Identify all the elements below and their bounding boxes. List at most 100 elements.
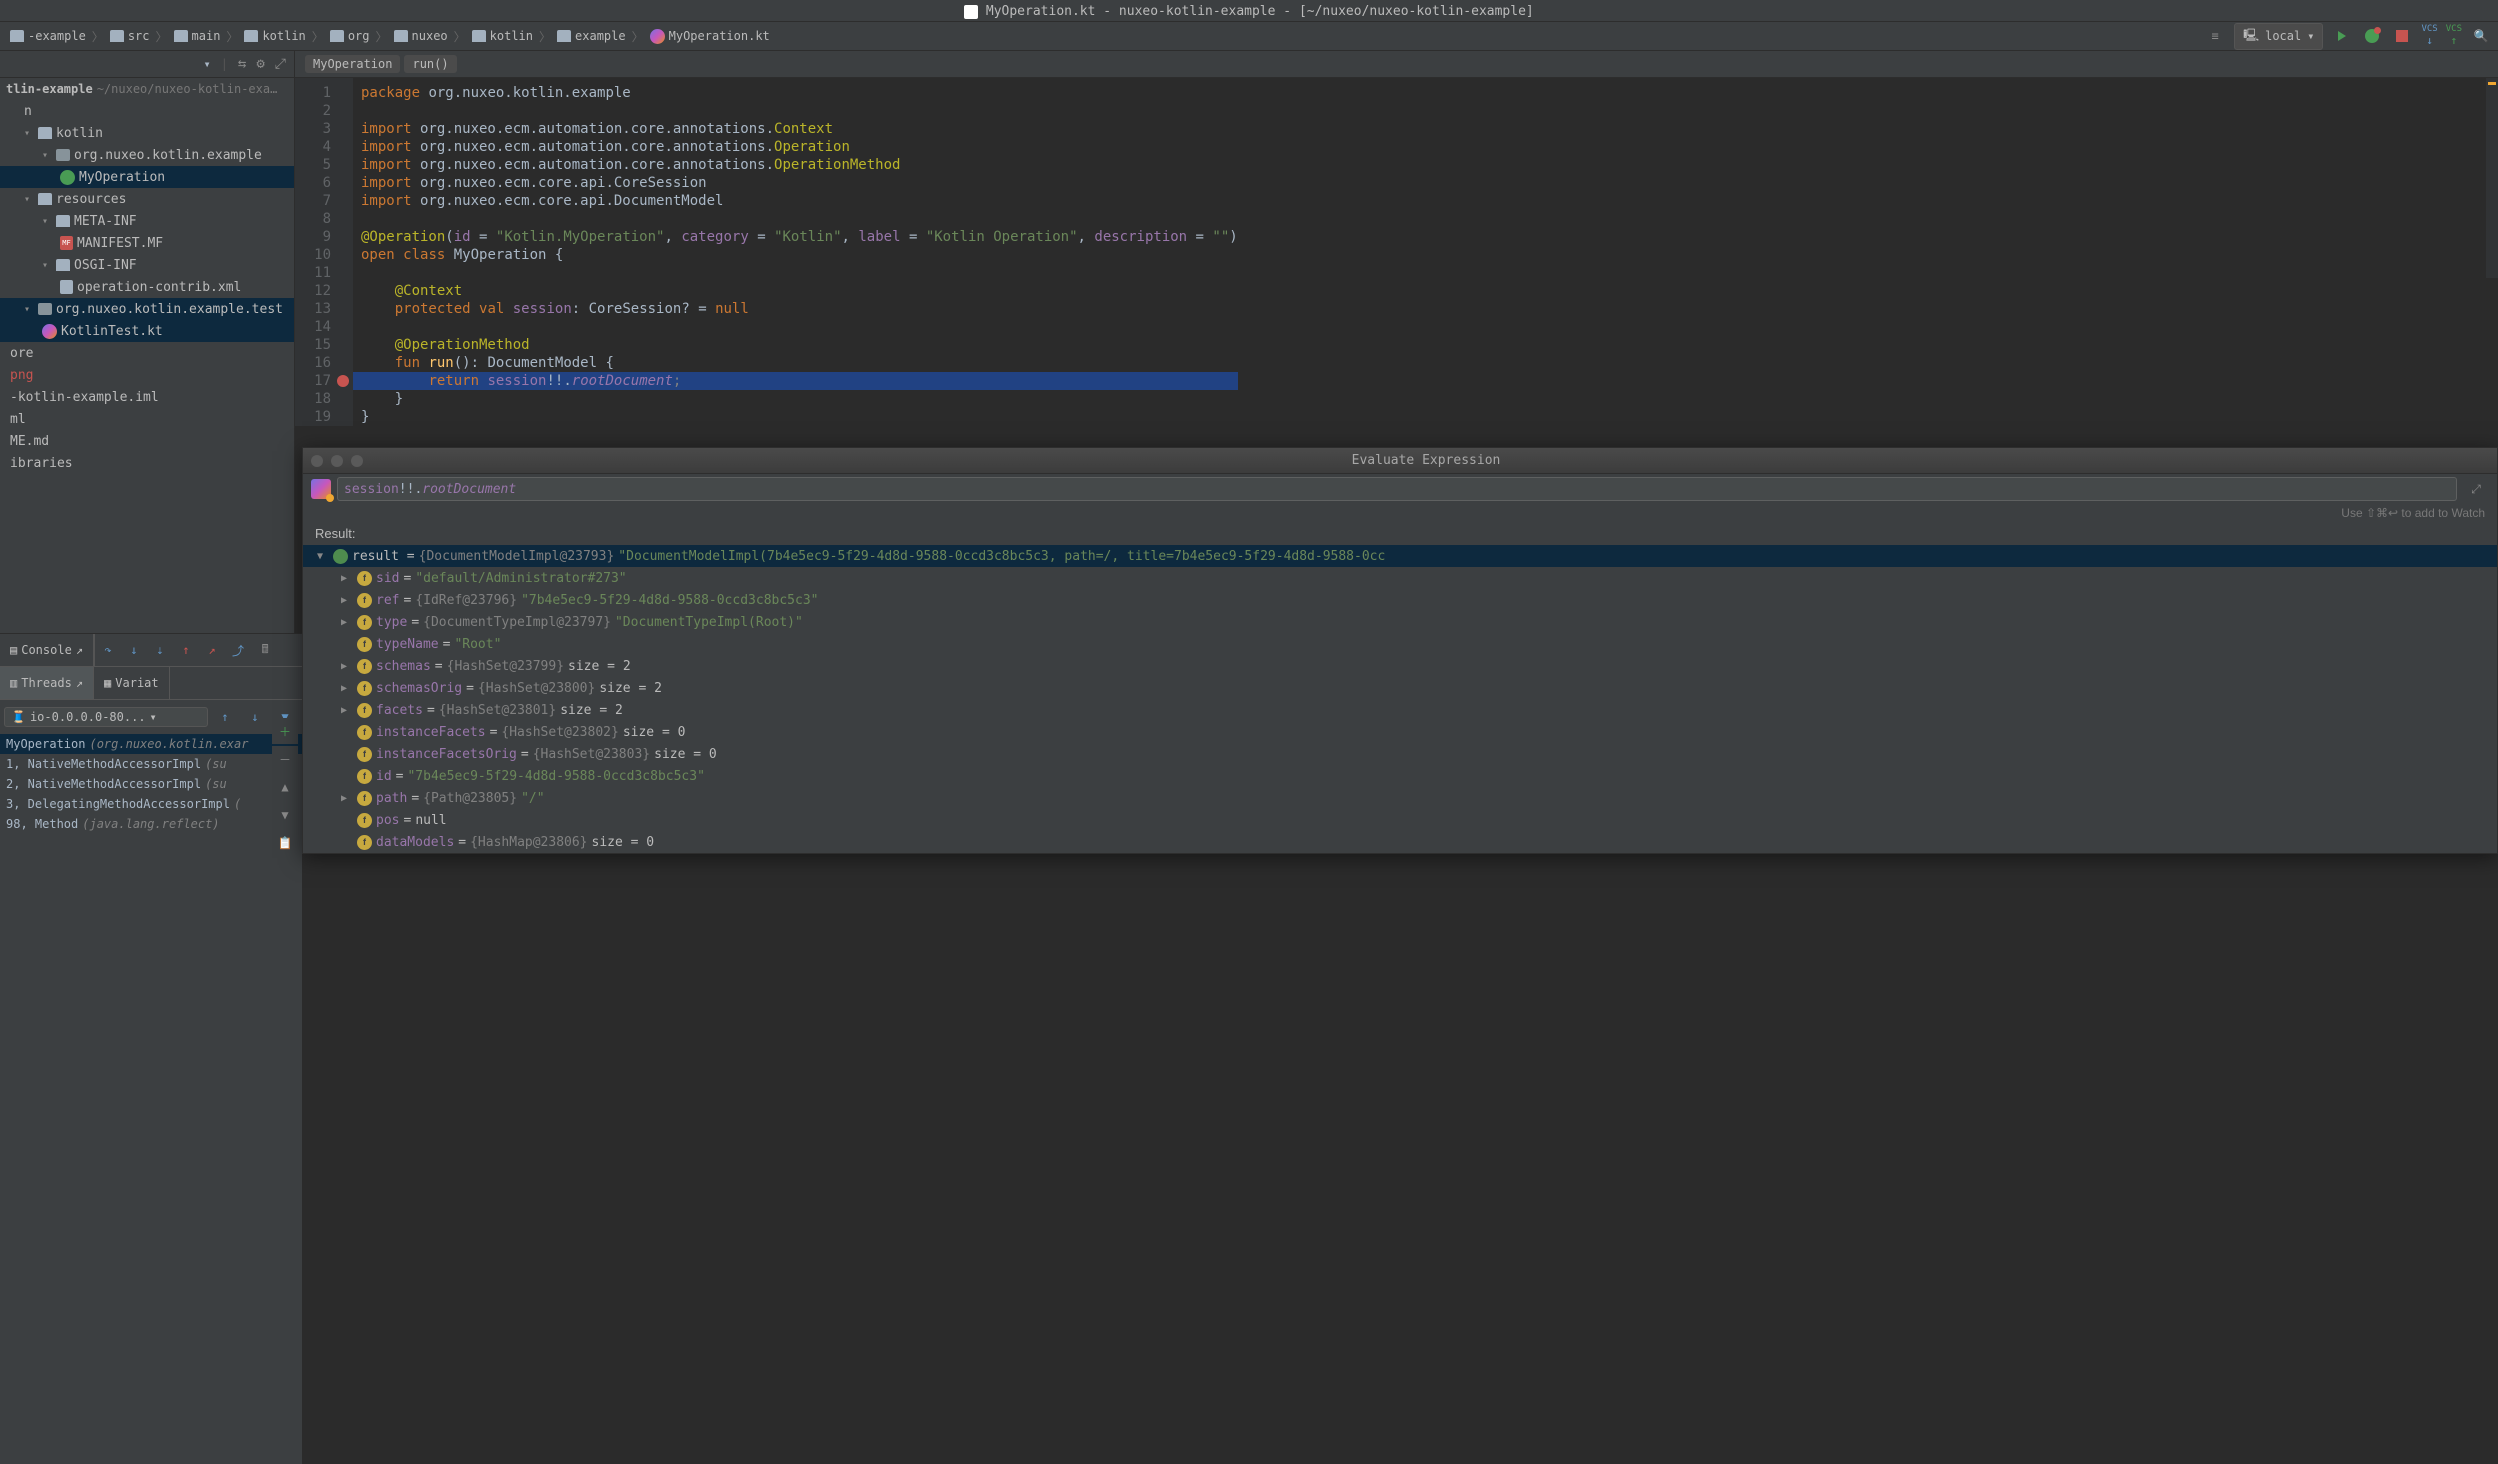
code-line[interactable]: return session!!.rootDocument; xyxy=(353,372,1238,390)
tree-item[interactable]: ME.md xyxy=(0,430,294,452)
kotlin-lang-icon[interactable] xyxy=(311,479,331,499)
search-everywhere-button[interactable]: 🔍 xyxy=(2470,25,2492,47)
up-button[interactable]: ▲ xyxy=(272,774,298,800)
breadcrumb[interactable]: -example〉src〉main〉kotlin〉org〉nuxeo〉kotli… xyxy=(6,28,2204,45)
line-number[interactable]: 9 xyxy=(295,228,331,246)
editor[interactable]: 12345678910111213141516171819 package or… xyxy=(295,78,2498,426)
line-number[interactable]: 1 xyxy=(295,84,331,102)
gutter[interactable]: 12345678910111213141516171819 xyxy=(295,78,353,426)
result-row[interactable]: ▶fsid = "default/Administrator#273" xyxy=(303,567,2497,589)
expression-input[interactable]: session!!.rootDocument xyxy=(337,477,2457,501)
line-number[interactable]: 13 xyxy=(295,300,331,318)
scroll-from-source-icon[interactable]: ⇆ xyxy=(238,56,246,72)
code-line[interactable]: import org.nuxeo.ecm.core.api.DocumentMo… xyxy=(361,192,1238,210)
code-line[interactable]: import org.nuxeo.ecm.core.api.CoreSessio… xyxy=(361,174,1238,192)
result-row[interactable]: ▶ftype = {DocumentTypeImpl@23797} "Docum… xyxy=(303,611,2497,633)
tree-item[interactable]: n xyxy=(0,100,294,122)
breadcrumb-item[interactable]: nuxeo xyxy=(390,29,452,43)
drop-frame-button[interactable]: ⤴ xyxy=(225,637,251,663)
run-to-cursor-button[interactable]: ↗ xyxy=(199,637,225,663)
breadcrumb-item[interactable]: kotlin xyxy=(468,29,537,43)
breadcrumb-item[interactable]: org xyxy=(326,29,374,43)
stack-frame[interactable]: 2, NativeMethodAccessorImpl(su xyxy=(0,774,302,794)
line-number[interactable]: 4 xyxy=(295,138,331,156)
result-tree[interactable]: ▼result = {DocumentModelImpl@23793} "Doc… xyxy=(303,545,2497,853)
stack-frame[interactable]: 3, DelegatingMethodAccessorImpl( xyxy=(0,794,302,814)
expand-icon[interactable]: ▶ xyxy=(341,573,353,584)
code-line[interactable]: package org.nuxeo.kotlin.example xyxy=(361,84,1238,102)
result-row[interactable]: ▶fschemas = {HashSet@23799} size = 2 xyxy=(303,655,2497,677)
result-row[interactable]: ▶fschemasOrig = {HashSet@23800} size = 2 xyxy=(303,677,2497,699)
breadcrumb-item[interactable]: main xyxy=(170,29,225,43)
force-step-into-button[interactable]: ⇣ xyxy=(147,637,173,663)
tree-item[interactable]: operation-contrib.xml xyxy=(0,276,294,298)
code-line[interactable] xyxy=(361,102,1238,120)
result-row[interactable]: ▼result = {DocumentModelImpl@23793} "Doc… xyxy=(303,545,2497,567)
line-number[interactable]: 10 xyxy=(295,246,331,264)
collapse-all-icon[interactable]: ⤢ xyxy=(275,56,286,72)
expand-icon[interactable]: ▾ xyxy=(42,260,52,271)
tree-item[interactable]: ibraries xyxy=(0,452,294,474)
step-into-button[interactable]: ↓ xyxy=(121,637,147,663)
tree-item[interactable]: png xyxy=(0,364,294,386)
expand-icon[interactable]: ▶ xyxy=(341,595,353,606)
project-tree[interactable]: n▾kotlin▾org.nuxeo.kotlin.exampleMyOpera… xyxy=(0,100,294,474)
evaluate-button[interactable]: 🖩 xyxy=(252,637,278,663)
step-out-button[interactable]: ↑ xyxy=(173,637,199,663)
breadcrumb-item[interactable]: example xyxy=(553,29,630,43)
code-line[interactable]: import org.nuxeo.ecm.automation.core.ann… xyxy=(361,120,1238,138)
threads-tab[interactable]: ▥ Threads ↗ xyxy=(0,667,94,699)
editor-crumb-method[interactable]: run() xyxy=(404,55,456,73)
expand-icon[interactable]: ▶ xyxy=(341,793,353,804)
result-row[interactable]: finstanceFacetsOrig = {HashSet@23803} si… xyxy=(303,743,2497,765)
vcs-update-button[interactable]: VCS ↓ xyxy=(2421,25,2437,47)
tree-item[interactable]: ▾META-INF xyxy=(0,210,294,232)
code-line[interactable] xyxy=(361,264,1238,282)
stack-frame[interactable]: 1, NativeMethodAccessorImpl(su xyxy=(0,754,302,774)
line-number[interactable]: 17 xyxy=(295,372,331,390)
editor-crumb-class[interactable]: MyOperation xyxy=(305,55,400,73)
expand-icon[interactable]: ▾ xyxy=(24,304,34,315)
tree-item[interactable]: ore xyxy=(0,342,294,364)
tree-item[interactable]: ml xyxy=(0,408,294,430)
result-row[interactable]: fdataModels = {HashMap@23806} size = 0 xyxy=(303,831,2497,853)
line-number[interactable]: 7 xyxy=(295,192,331,210)
line-number[interactable]: 12 xyxy=(295,282,331,300)
result-row[interactable]: fid = "7b4e5ec9-5f29-4d8d-9588-0ccd3c8bc… xyxy=(303,765,2497,787)
breadcrumb-item[interactable]: MyOperation.kt xyxy=(646,29,774,44)
tree-item[interactable]: ▾org.nuxeo.kotlin.example.test xyxy=(0,298,294,320)
dropdown-icon[interactable]: ▾ xyxy=(203,57,210,71)
zoom-window-button[interactable] xyxy=(351,455,363,467)
result-row[interactable]: fpos = null xyxy=(303,809,2497,831)
tree-item[interactable]: ▾kotlin xyxy=(0,122,294,144)
code-line[interactable]: open class MyOperation { xyxy=(361,246,1238,264)
copy-button[interactable]: 📋 xyxy=(272,830,298,856)
expand-input-button[interactable]: ⤢ xyxy=(2463,476,2489,502)
expand-icon[interactable]: ▾ xyxy=(42,150,52,161)
result-row[interactable]: ▶fref = {IdRef@23796} "7b4e5ec9-5f29-4d8… xyxy=(303,589,2497,611)
line-number[interactable]: 3 xyxy=(295,120,331,138)
tree-item[interactable]: MyOperation xyxy=(0,166,294,188)
line-number[interactable]: 6 xyxy=(295,174,331,192)
expand-icon[interactable]: ▾ xyxy=(24,128,34,139)
expand-icon[interactable]: ▶ xyxy=(341,683,353,694)
code-line[interactable] xyxy=(361,318,1238,336)
stop-button[interactable] xyxy=(2391,25,2413,47)
line-number[interactable]: 5 xyxy=(295,156,331,174)
run-button[interactable] xyxy=(2331,25,2353,47)
dialog-titlebar[interactable]: Evaluate Expression xyxy=(303,448,2497,474)
line-number[interactable]: 16 xyxy=(295,354,331,372)
code-line[interactable]: @OperationMethod xyxy=(361,336,1238,354)
memory-indicator-icon[interactable]: ≡ xyxy=(2204,25,2226,47)
expand-icon[interactable]: ▶ xyxy=(341,705,353,716)
code-line[interactable] xyxy=(361,210,1238,228)
thread-combo[interactable]: 🧵 io-0.0.0.0-80... ▾ xyxy=(4,707,208,727)
vcs-commit-button[interactable]: VCS ↑ xyxy=(2446,25,2462,47)
expand-icon[interactable]: ▾ xyxy=(42,216,52,227)
expand-icon[interactable]: ▶ xyxy=(341,661,353,672)
stack-frame[interactable]: 98, Method(java.lang.reflect) xyxy=(0,814,302,834)
debug-button[interactable] xyxy=(2361,25,2383,47)
line-number[interactable]: 11 xyxy=(295,264,331,282)
code-line[interactable]: protected val session: CoreSession? = nu… xyxy=(361,300,1238,318)
code-line[interactable]: @Operation(id = "Kotlin.MyOperation", ca… xyxy=(361,228,1238,246)
